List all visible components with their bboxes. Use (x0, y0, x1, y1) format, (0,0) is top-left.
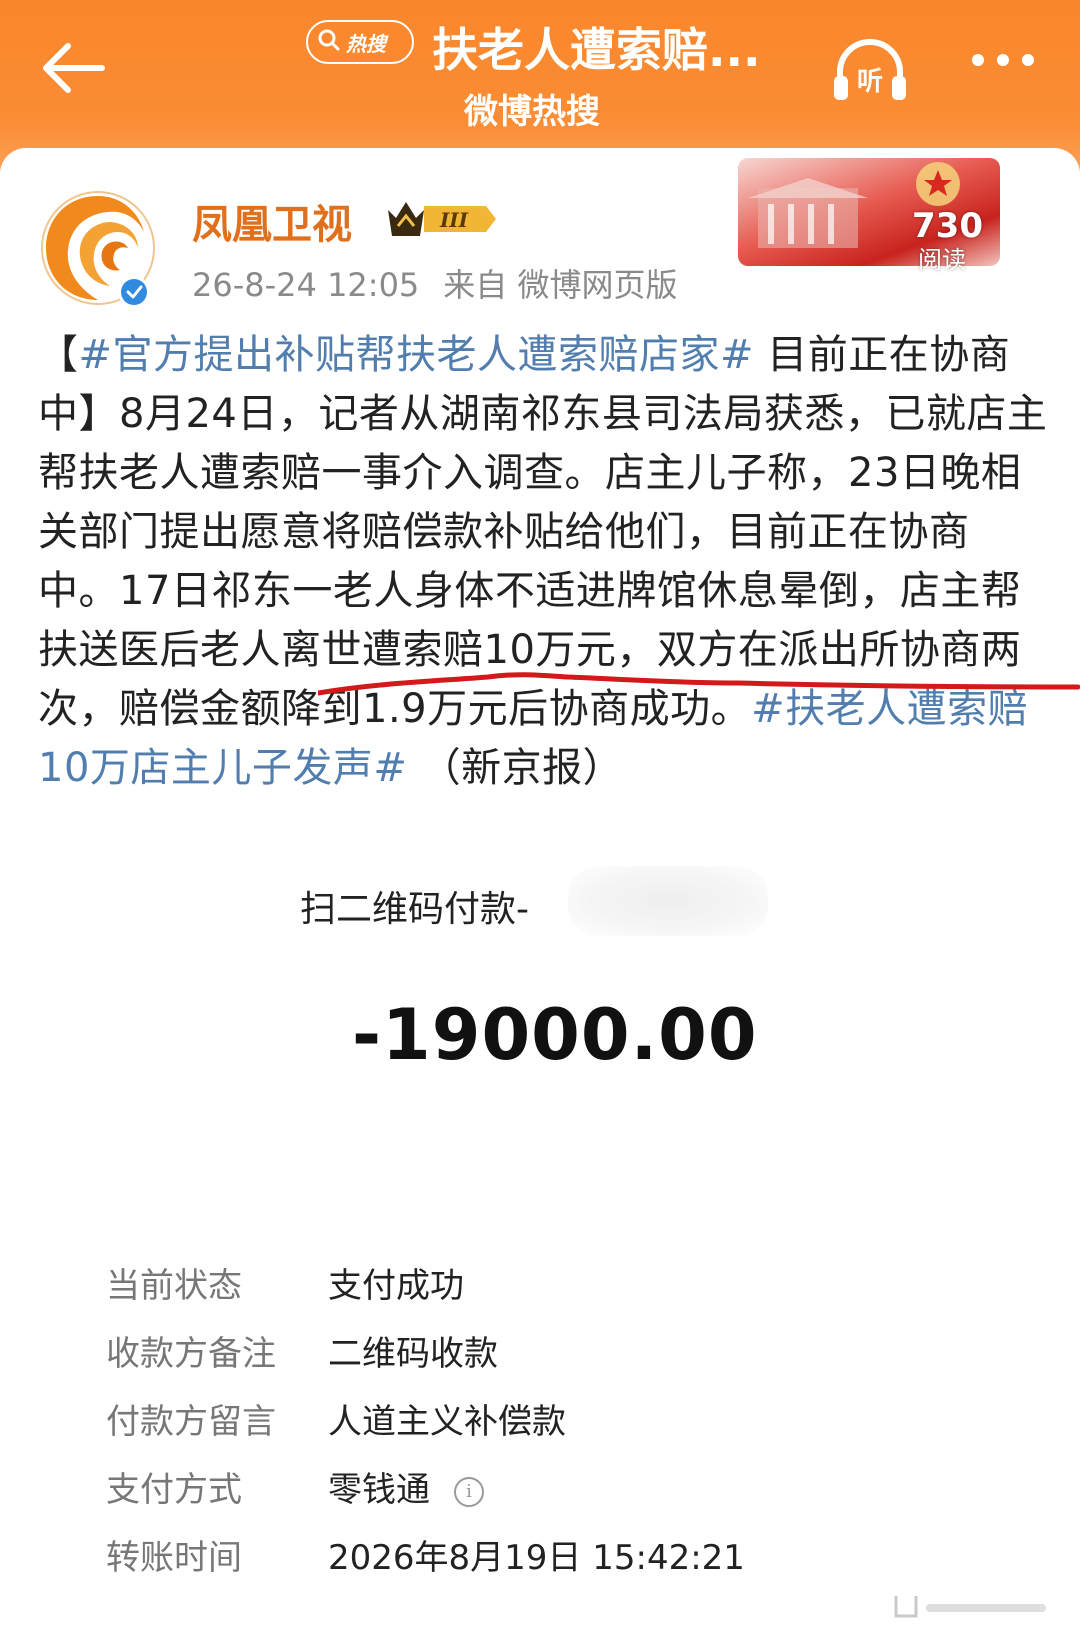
detail-value: 人道主义补偿款 (328, 1402, 566, 1442)
detail-label: 当前状态 (106, 1266, 242, 1306)
more-button[interactable] (968, 50, 1048, 90)
blurred-payee (568, 866, 768, 936)
listen-label: 听 (857, 67, 883, 97)
info-icon[interactable]: i (454, 1476, 484, 1507)
back-button[interactable] (38, 38, 118, 108)
post-meta: 26-8-24 12:05 来自 微博网页版 (192, 260, 677, 306)
page-subtitle: 微博热搜 (464, 92, 600, 132)
avatar[interactable] (38, 188, 158, 308)
hot-search-badge[interactable]: 热搜 (306, 20, 414, 64)
payment-amount: -19000.00 (352, 994, 758, 1076)
crown-icon (388, 202, 424, 236)
detail-row-payer-message: 付款方留言 人道主义补偿款 (106, 1394, 566, 1443)
page-title: 扶老人遭索赔... (432, 23, 761, 77)
post-card: 凤凰卫视 III 26-8-24 12:05 来自 微博网页版 730 阅读 【#… (0, 148, 1080, 1632)
read-label: 阅读 (918, 246, 966, 274)
back-arrow-icon (43, 43, 105, 93)
post-text-source: （新京报） (420, 745, 624, 791)
detail-label: 收款方备注 (106, 1334, 276, 1374)
headphones-icon: 听 (834, 39, 906, 100)
badge-level: III (439, 208, 469, 232)
verified-icon (121, 279, 147, 305)
detail-label: 支付方式 (106, 1470, 242, 1510)
post-timestamp: 26-8-24 12:05 (192, 266, 420, 304)
detail-row-status: 当前状态 支付成功 (106, 1258, 464, 1307)
payment-title: 扫二维码付款- (300, 889, 529, 930)
detail-value: 二维码收款 (328, 1334, 498, 1374)
phoenix-logo-icon (41, 191, 155, 308)
post-source: 来自 微博网页版 (443, 266, 678, 304)
author-name[interactable]: 凤凰卫视 (192, 192, 352, 250)
more-dots-icon (972, 54, 1034, 66)
member-badge[interactable]: III (384, 196, 504, 242)
detail-row-payment-method: 支付方式 零钱通 i (106, 1462, 484, 1511)
detail-row-payee-note: 收款方备注 二维码收款 (106, 1326, 498, 1375)
post-text: 【#官方提出补贴帮扶老人遭索赔店家# 目前正在协商中】8月24日，记者从湖南祁东… (38, 332, 1048, 791)
detail-value: 零钱通 (328, 1470, 430, 1510)
hashtag-link[interactable]: #官方提出补贴帮扶老人遭索赔店家# (79, 332, 755, 378)
post-text-body: 目前正在协商中】8月24日，记者从湖南祁东县司法局获悉，已就店主帮扶老人遭索赔一… (38, 332, 1048, 732)
detail-row-transfer-time: 转账时间 2026年8月19日 15:42:21 (106, 1530, 745, 1579)
detail-label: 付款方留言 (106, 1402, 276, 1442)
search-icon (318, 29, 340, 56)
detail-value: 2026年8月19日 15:42:21 (328, 1538, 745, 1578)
listen-button[interactable]: 听 (830, 38, 910, 104)
watermark-icon (894, 1596, 1046, 1618)
detail-label: 转账时间 (106, 1538, 242, 1578)
detail-value: 支付成功 (328, 1266, 464, 1306)
hot-badge-label: 热搜 (346, 31, 386, 56)
